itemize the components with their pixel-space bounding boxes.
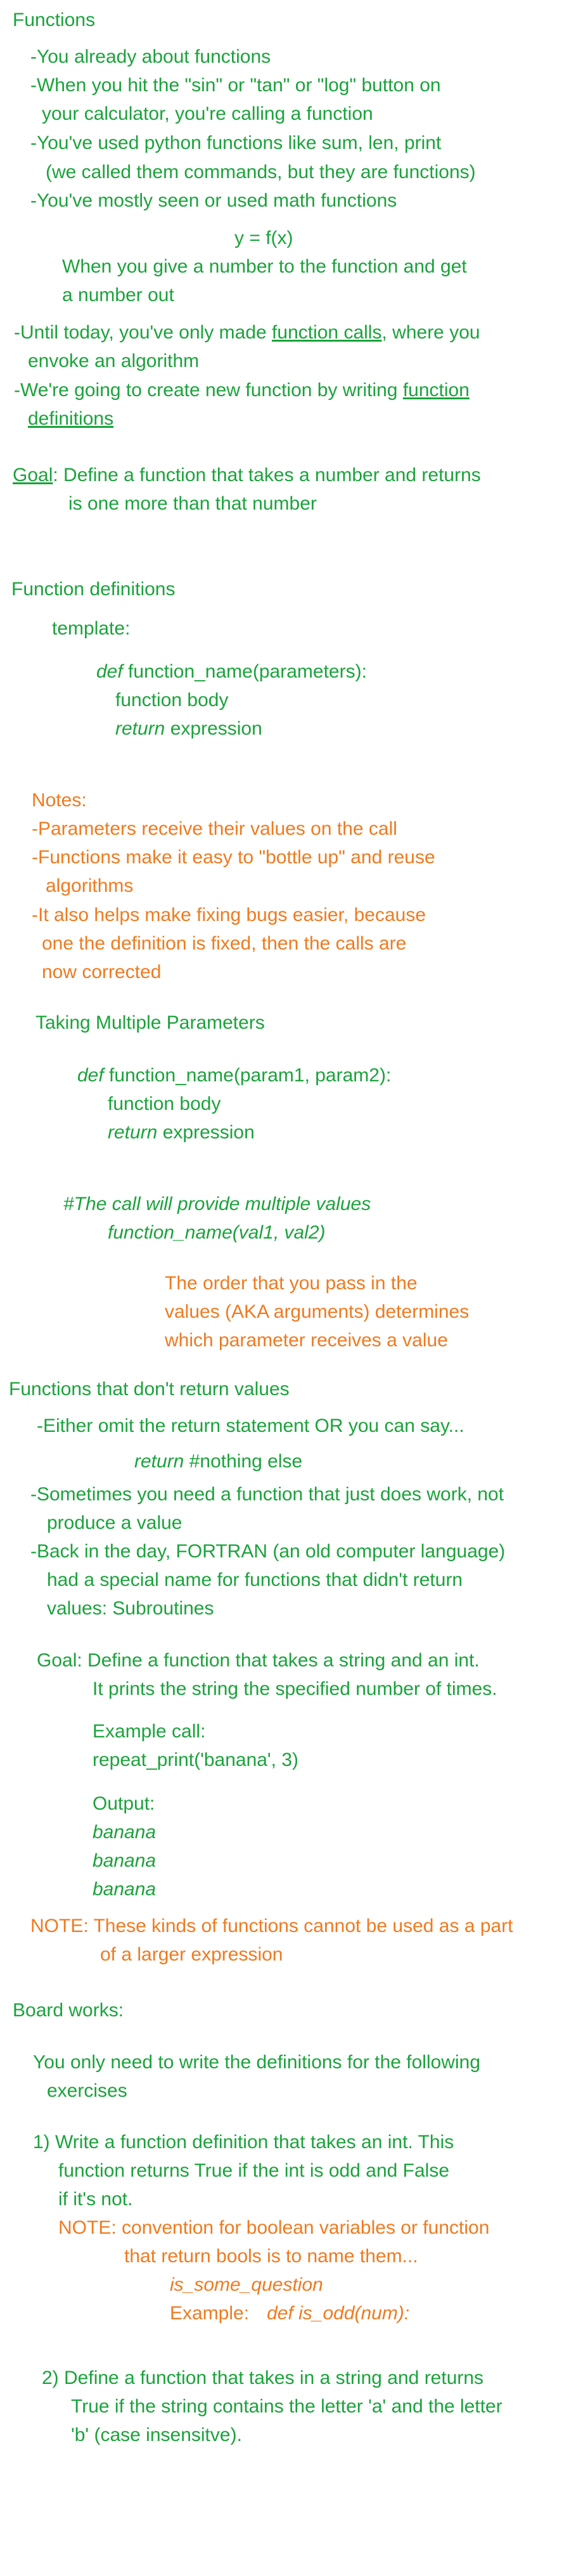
code-line: return #nothing else (134, 1448, 302, 1476)
example-line: Example: def is_odd(num): (170, 2300, 409, 2328)
code-text: expression (157, 1122, 255, 1143)
example-call: repeat_print('banana', 3) (93, 1749, 299, 1770)
text-segment: , where you (381, 322, 480, 343)
code-line: function body (108, 1093, 221, 1114)
heading-function-definitions: Function definitions (11, 579, 176, 600)
goal-text: is one more than that number (68, 493, 317, 514)
goal-text: : Define a function that takes a number … (53, 465, 481, 486)
underlined-term: definitions (28, 408, 114, 429)
keyword: return (134, 1451, 184, 1472)
code-line: def function_name(parameters): (96, 658, 367, 686)
goal-line: Goal: Define a function that takes a num… (13, 461, 481, 489)
formula: y = f(x) (234, 228, 293, 248)
text-line: -Until today, you've only made function … (14, 319, 480, 347)
code-comment: #The call will provide multiple values (63, 1194, 371, 1214)
text-line: -You've used python functions like sum, … (30, 132, 442, 153)
text-line: envoke an algorithm (28, 351, 200, 371)
text-line: -When you hit the "sin" or "tan" or "log… (30, 75, 441, 96)
keyword: return (115, 718, 165, 739)
code-line: def function_name(param1, param2): (77, 1062, 391, 1090)
heading-multiple-parameters: Taking Multiple Parameters (35, 1012, 265, 1033)
text-line: -You already about functions (30, 46, 271, 67)
exercise-line: True if the string contains the letter '… (71, 2396, 502, 2417)
code-text: expression (165, 718, 262, 739)
note-line: NOTE: These kinds of functions cannot be… (30, 1916, 513, 1936)
code-text: #nothing else (184, 1451, 303, 1472)
exercise-line: 'b' (case insensitve). (71, 2425, 242, 2445)
code-name: is_some_question (170, 2274, 323, 2295)
output-line: banana (93, 1822, 157, 1843)
text-line: -You've mostly seen or used math functio… (30, 190, 397, 211)
code-text: function_name(param1, param2): (103, 1065, 392, 1086)
text-line: -Sometimes you need a function that just… (30, 1484, 504, 1505)
notes-label: Notes: (32, 790, 87, 811)
text-line: values: Subroutines (47, 1598, 214, 1619)
output-label: Output: (93, 1793, 155, 1814)
text-segment: -We're going to create new function by w… (14, 380, 403, 401)
underlined-term: function calls (272, 322, 382, 343)
example-label: Example: (170, 2303, 250, 2324)
heading-board-works: Board works: (13, 2000, 124, 2021)
keyword: def (96, 661, 123, 682)
exercise-line: if it's not. (58, 2189, 133, 2210)
exercise-line: 2) Define a function that takes in a str… (42, 2367, 484, 2388)
text-line: exercises (47, 2080, 127, 2101)
exercise-line: 1) Write a function definition that take… (33, 2132, 454, 2153)
template-label: template: (52, 618, 131, 639)
text-segment: -Until today, you've only made (14, 322, 272, 343)
order-note: The order that you pass in the (165, 1273, 418, 1294)
note-line: -Functions make it easy to "bottle up" a… (32, 847, 435, 868)
heading-no-return: Functions that don't return values (9, 1379, 290, 1400)
example-code: def is_odd(num): (267, 2303, 410, 2324)
note-line: now corrected (42, 962, 162, 982)
text-line: your calculator, you're calling a functi… (42, 103, 373, 124)
output-line: banana (93, 1850, 157, 1871)
text-line: -Back in the day, FORTRAN (an old comput… (30, 1541, 506, 1562)
code-line: function body (115, 690, 229, 711)
code-line: return expression (108, 1119, 255, 1147)
code-call: function_name(val1, val2) (108, 1222, 326, 1243)
note-line: one the definition is fixed, then the ca… (42, 933, 407, 954)
text-line: produce a value (47, 1512, 182, 1533)
goal-line: Goal: Define a function that takes a str… (37, 1650, 480, 1671)
keyword: return (108, 1122, 158, 1143)
output-line: banana (93, 1879, 157, 1900)
goal-line: It prints the string the specified numbe… (93, 1678, 497, 1699)
order-note: values (AKA arguments) determines (165, 1301, 470, 1322)
code-text: function_name(parameters): (122, 661, 367, 682)
exercise-line: function returns True if the int is odd … (58, 2160, 450, 2181)
note-line: NOTE: convention for boolean variables o… (58, 2217, 490, 2238)
example-label: Example call: (93, 1721, 206, 1742)
text-line: had a special name for functions that di… (47, 1569, 463, 1590)
keyword: def (77, 1065, 104, 1086)
note-line: -Parameters receive their values on the … (32, 818, 397, 839)
order-note: which parameter receives a value (165, 1330, 448, 1351)
goal-label: Goal (13, 465, 53, 486)
note-line: that return bools is to name them... (124, 2246, 418, 2267)
text-line: When you give a number to the function a… (62, 256, 467, 277)
text-line: (we called them commands, but they are f… (46, 162, 476, 183)
text-line: a number out (62, 285, 174, 306)
code-line: return expression (115, 715, 262, 743)
text-line: You only need to write the definitions f… (33, 2052, 481, 2073)
note-line: of a larger expression (100, 1944, 283, 1965)
note-line: -It also helps make fixing bugs easier, … (32, 905, 426, 925)
note-line: algorithms (46, 875, 134, 896)
text-line: -Either omit the return statement OR you… (37, 1415, 464, 1436)
underlined-term: function (402, 380, 470, 401)
heading-functions: Functions (13, 10, 96, 30)
text-line: -We're going to create new function by w… (14, 377, 470, 404)
